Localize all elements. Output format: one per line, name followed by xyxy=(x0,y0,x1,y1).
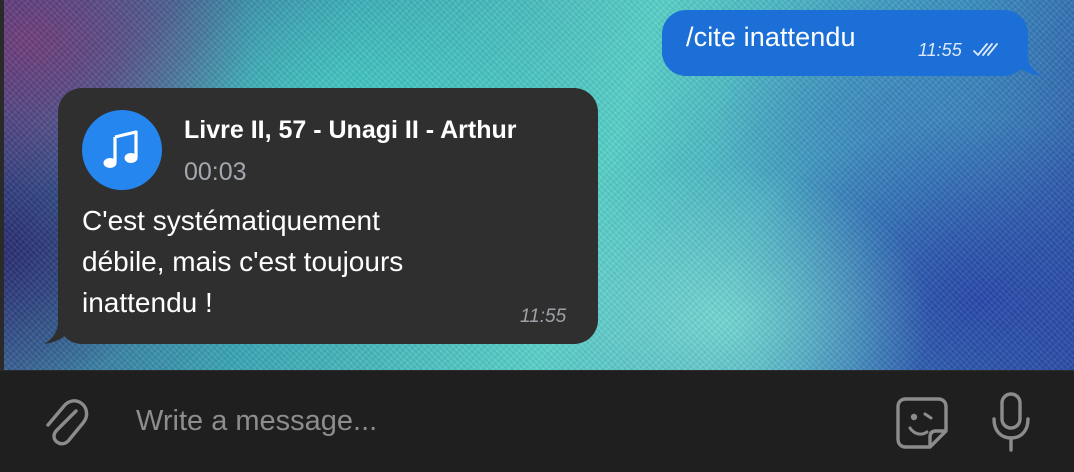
outgoing-message-time: 11:55 xyxy=(918,40,962,60)
outgoing-message-text: /cite inattendu xyxy=(686,22,856,52)
outgoing-message-bubble[interactable]: /cite inattendu 11:55 xyxy=(662,10,1028,76)
incoming-message-text: C'est systématiquement débile, mais c'es… xyxy=(82,205,404,318)
sidebar-edge xyxy=(0,0,4,370)
sticker-icon[interactable] xyxy=(894,395,950,451)
double-check-icon xyxy=(973,43,998,56)
audio-duration: 00:03 xyxy=(184,158,247,186)
message-input[interactable] xyxy=(126,395,846,447)
microphone-icon[interactable] xyxy=(990,391,1032,453)
audio-title: Livre II, 57 - Unagi II - Arthur xyxy=(184,116,517,144)
paperclip-icon[interactable] xyxy=(40,393,90,449)
incoming-message-bubble: Livre II, 57 - Unagi II - Arthur 00:03 C… xyxy=(58,88,598,344)
audio-play-button[interactable] xyxy=(82,110,162,190)
message-composer xyxy=(0,370,1074,472)
music-note-icon xyxy=(103,130,138,168)
incoming-message-time: 11:55 xyxy=(520,306,567,327)
